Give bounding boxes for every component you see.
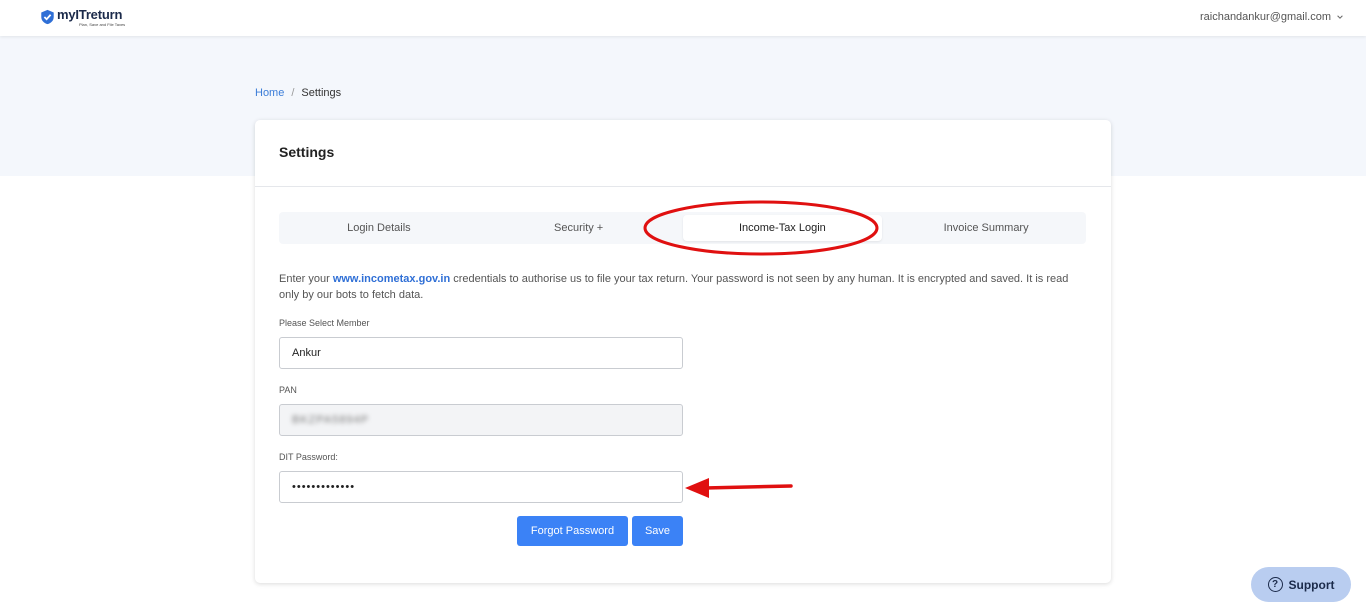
support-button[interactable]: ? Support <box>1251 567 1351 602</box>
description-prefix: Enter your <box>279 273 333 285</box>
breadcrumb-separator: / <box>291 87 295 99</box>
pan-label: PAN <box>279 385 297 395</box>
tab-security[interactable]: Security + <box>479 212 679 244</box>
member-value: Ankur <box>292 347 321 359</box>
logo[interactable]: myITreturn Plan, Save and File Taxes <box>40 8 125 27</box>
logo-name: myITreturn <box>57 7 123 22</box>
tab-invoice-summary[interactable]: Invoice Summary <box>886 212 1086 244</box>
top-bar: myITreturn Plan, Save and File Taxes rai… <box>0 0 1366 36</box>
save-button[interactable]: Save <box>632 516 683 546</box>
logo-tagline: Plan, Save and File Taxes <box>79 22 126 27</box>
password-value: ••••••••••••• <box>292 481 356 493</box>
settings-card: Settings Login Details Security + Income… <box>255 120 1111 583</box>
page-title: Settings <box>279 144 335 160</box>
password-label: DIT Password: <box>279 452 338 462</box>
settings-tabs: Login Details Security + Income-Tax Logi… <box>279 212 1086 244</box>
user-email: raichandankur@gmail.com <box>1199 11 1331 23</box>
tab-login-details[interactable]: Login Details <box>279 212 479 244</box>
incometax-link[interactable]: www.incometax.gov.in <box>333 273 450 285</box>
pan-value: BKZPA5894P <box>292 414 370 426</box>
tab-income-tax-login[interactable]: Income-Tax Login <box>682 215 883 241</box>
breadcrumb: Home / Settings <box>255 87 341 99</box>
user-menu[interactable]: raichandankur@gmail.com <box>1200 11 1344 23</box>
member-label: Please Select Member <box>279 318 370 328</box>
pan-field: BKZPA5894P <box>279 404 683 436</box>
shield-check-icon <box>41 9 54 25</box>
breadcrumb-current: Settings <box>301 87 342 99</box>
dit-password-field[interactable]: ••••••••••••• <box>279 471 683 503</box>
credentials-description: Enter your www.incometax.gov.in credenti… <box>279 271 1079 303</box>
forgot-password-button[interactable]: Forgot Password <box>517 516 628 546</box>
support-label: Support <box>1288 577 1335 592</box>
card-header: Settings <box>255 120 1111 187</box>
breadcrumb-home-link[interactable]: Home <box>255 87 284 99</box>
chevron-down-icon <box>1337 15 1343 19</box>
member-select[interactable]: Ankur <box>279 337 683 369</box>
help-icon: ? <box>1267 577 1283 592</box>
